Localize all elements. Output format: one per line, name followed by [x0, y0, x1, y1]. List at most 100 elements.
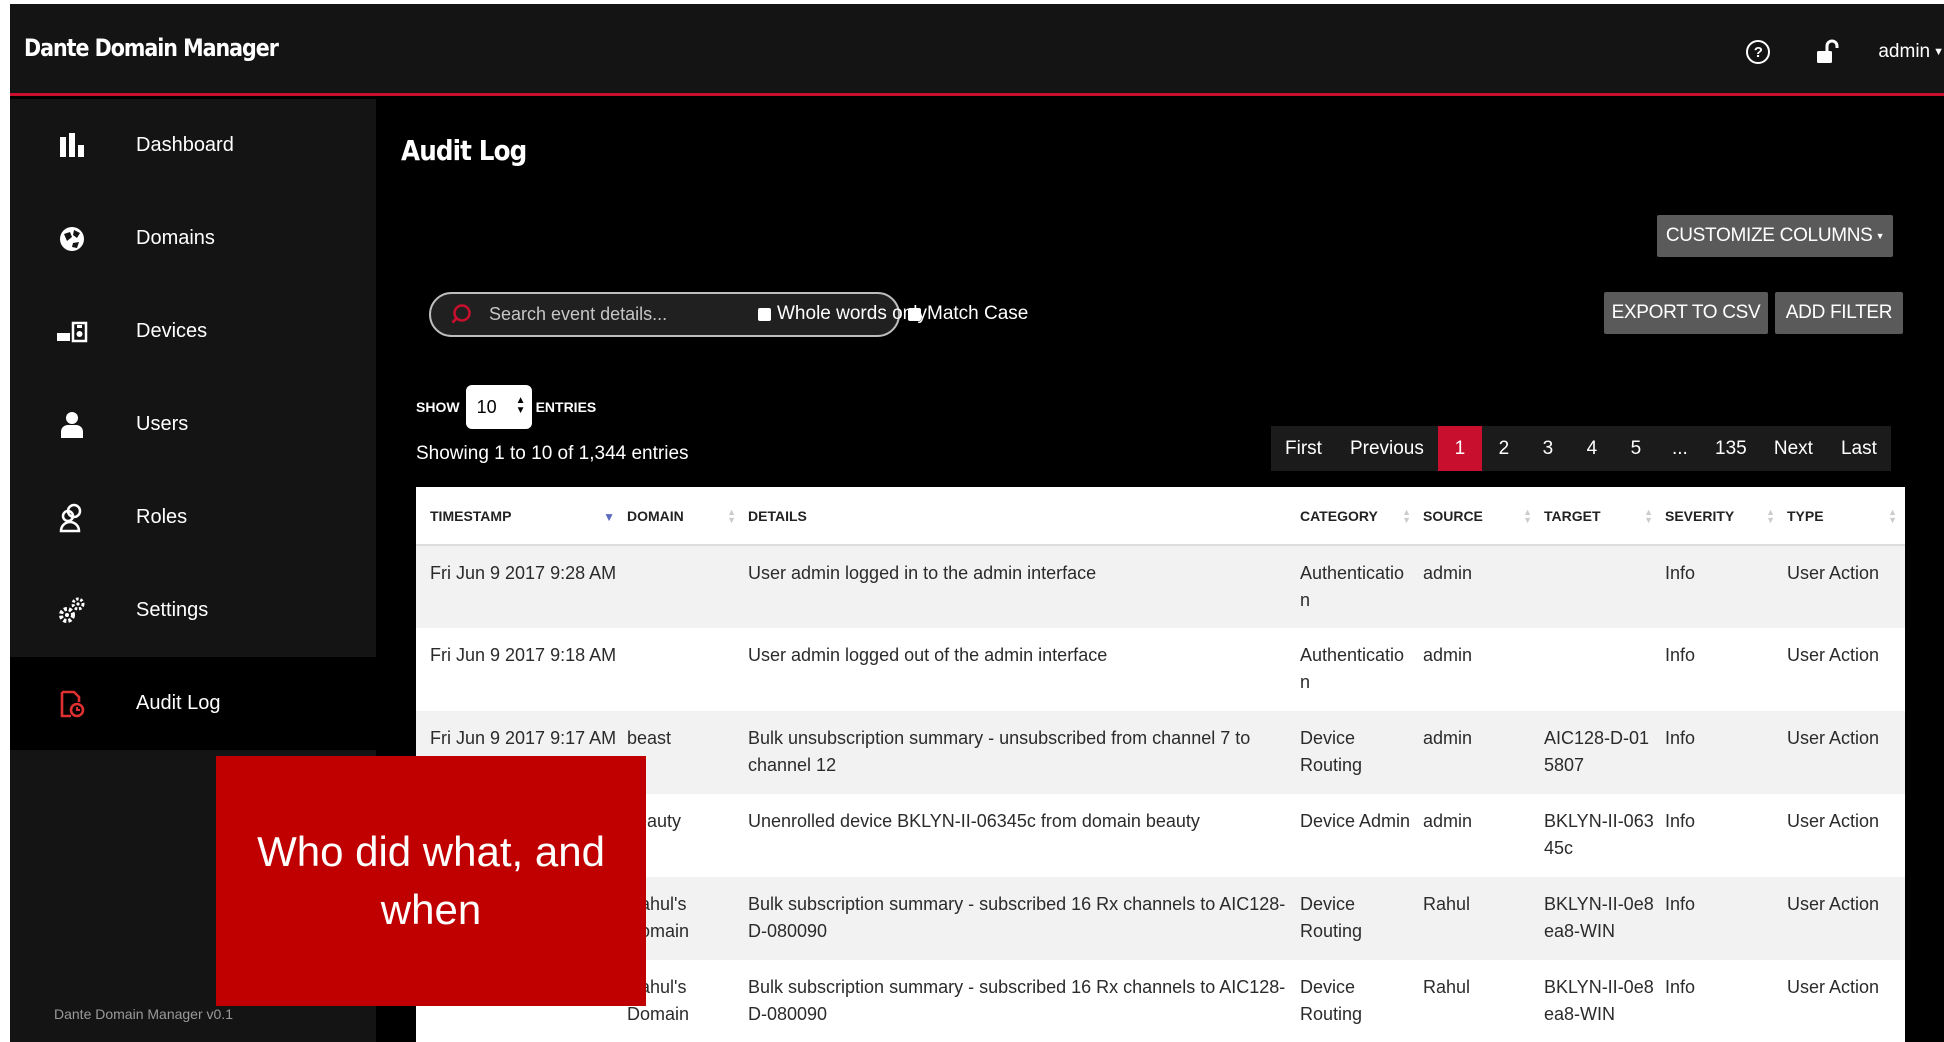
cell-target: BKLYN-II-0e8ea8-WIN	[1540, 960, 1661, 1042]
entries-select[interactable]: 10 ▲ ▼	[465, 385, 532, 429]
column-header-details[interactable]: DETAILS	[744, 487, 1296, 546]
page-button-4[interactable]: 4	[1569, 426, 1614, 471]
sidebar-item-users[interactable]: Users	[10, 378, 376, 471]
pagination: First Previous 1 2 3 4 5 ... 135 Next La…	[1271, 426, 1891, 471]
page-button-135[interactable]: 135	[1701, 426, 1760, 471]
sidebar-item-domains[interactable]: Domains	[10, 192, 376, 285]
cell-target: AIC128-D-015807	[1540, 711, 1661, 794]
entries-length-control: SHOW 10 ▲ ▼ ENTRIES	[416, 385, 596, 429]
page-previous-button[interactable]: Previous	[1335, 426, 1438, 471]
sidebar-item-roles[interactable]: Roles	[10, 471, 376, 564]
column-header-source[interactable]: SOURCE ▲ ▼	[1419, 487, 1540, 546]
sort-icon: ▲ ▼	[1888, 507, 1897, 525]
cell-severity: Info	[1661, 960, 1783, 1042]
globe-icon	[56, 223, 88, 255]
export-csv-button[interactable]: EXPORT TO CSV	[1604, 292, 1768, 334]
table-header-row: TIMESTAMP ▼ DOMAIN ▲ ▼ DETAILS CATEGORY ▲ ▼ S…	[416, 487, 1905, 546]
sort-icon: ▲ ▼	[1402, 507, 1411, 525]
match-case-checkbox[interactable]	[908, 307, 921, 321]
cell-domain	[623, 545, 744, 628]
cell-type: User Action	[1783, 960, 1905, 1042]
page-last-button[interactable]: Last	[1826, 426, 1891, 471]
match-case-option[interactable]: Match Case	[908, 303, 1028, 325]
sidebar-item-label: Audit Log	[136, 692, 221, 714]
cell-type: User Action	[1783, 711, 1905, 794]
show-label: SHOW	[416, 399, 460, 415]
cell-details: Bulk unsubscription summary - unsubscrib…	[744, 711, 1296, 794]
cell-category: Device Routing	[1296, 960, 1419, 1042]
page-button-1[interactable]: 1	[1437, 426, 1482, 471]
search-icon	[451, 303, 471, 323]
sidebar-item-label: Users	[136, 413, 189, 435]
sidebar-item-audit-log[interactable]: Audit Log	[10, 657, 376, 750]
showing-info: Showing 1 to 10 of 1,344 entries	[416, 443, 689, 464]
cell-severity: Info	[1661, 711, 1783, 794]
cell-type: User Action	[1783, 545, 1905, 628]
page-button-3[interactable]: 3	[1525, 426, 1570, 471]
audit-log-icon	[56, 688, 88, 720]
callout-box: Who did what, and when	[216, 756, 646, 1006]
page-next-button[interactable]: Next	[1759, 426, 1827, 471]
sidebar-item-label: Settings	[136, 599, 209, 621]
chevron-down-icon: ▼	[1933, 46, 1944, 58]
column-header-domain[interactable]: DOMAIN ▲ ▼	[623, 487, 744, 546]
page-button-5[interactable]: 5	[1613, 426, 1658, 471]
whole-words-checkbox[interactable]	[758, 307, 771, 321]
cell-details: Bulk subscription summary - subscribed 1…	[744, 877, 1296, 960]
page-title: Audit Log	[401, 134, 527, 167]
sidebar-item-label: Domains	[136, 227, 215, 249]
column-header-severity[interactable]: SEVERITY ▲ ▼	[1661, 487, 1783, 546]
page-button-2[interactable]: 2	[1481, 426, 1526, 471]
cell-type: User Action	[1783, 628, 1905, 711]
cell-timestamp: Fri Jun 9 2017 9:28 AM	[416, 545, 623, 628]
cell-category: Authentication	[1296, 545, 1419, 628]
spinner-arrows-icon: ▲ ▼	[515, 395, 526, 416]
sort-icon: ▲ ▼	[1523, 507, 1532, 525]
cell-details: Bulk subscription summary - subscribed 1…	[744, 960, 1296, 1042]
cell-severity: Info	[1661, 628, 1783, 711]
sidebar-item-label: Roles	[136, 506, 188, 528]
page-first-button[interactable]: First	[1271, 426, 1336, 471]
app-window: Dante Domain Manager ? admin ▼ Dashboard	[10, 4, 1944, 1042]
cell-target	[1540, 628, 1661, 711]
callout-text: Who did what, and when	[257, 828, 605, 933]
cell-domain	[623, 628, 744, 711]
match-case-label: Match Case	[927, 303, 1029, 324]
column-header-timestamp[interactable]: TIMESTAMP ▼	[416, 487, 623, 546]
sort-icon: ▲ ▼	[1644, 507, 1653, 525]
customize-columns-button[interactable]: CUSTOMIZE COLUMNS ▼	[1657, 215, 1893, 257]
sort-icon: ▲ ▼	[727, 507, 736, 525]
table-row[interactable]: Fri Jun 9 2017 9:28 AM User admin logged…	[416, 545, 1905, 628]
page-ellipsis: ...	[1657, 426, 1702, 471]
help-icon[interactable]: ?	[1746, 40, 1771, 64]
cell-details: User admin logged in to the admin interf…	[744, 545, 1296, 628]
cell-target: BKLYN-II-0e8ea8-WIN	[1540, 877, 1661, 960]
sidebar-item-dashboard[interactable]: Dashboard	[10, 99, 376, 192]
sidebar-item-settings[interactable]: Settings	[10, 564, 376, 657]
column-header-target[interactable]: TARGET ▲ ▼	[1540, 487, 1661, 546]
whole-words-option[interactable]: Whole words only	[758, 303, 927, 325]
add-filter-button[interactable]: ADD FILTER	[1775, 292, 1903, 334]
cell-category: Device Admin	[1296, 794, 1419, 877]
cell-severity: Info	[1661, 794, 1783, 877]
cell-target: BKLYN-II-06345c	[1540, 794, 1661, 877]
sidebar-item-label: Devices	[136, 320, 208, 342]
cell-category: Device Routing	[1296, 711, 1419, 794]
user-menu[interactable]: admin ▼	[1878, 41, 1944, 63]
cell-type: User Action	[1783, 794, 1905, 877]
top-bar: Dante Domain Manager ? admin ▼	[10, 4, 1944, 96]
cell-category: Authentication	[1296, 628, 1419, 711]
sidebar-item-devices[interactable]: Devices	[10, 285, 376, 378]
table-row[interactable]: Fri Jun 9 2017 9:18 AM User admin logged…	[416, 628, 1905, 711]
cell-target	[1540, 545, 1661, 628]
column-header-type[interactable]: TYPE ▲ ▼	[1783, 487, 1905, 546]
user-menu-label: admin	[1878, 41, 1931, 62]
cell-source: admin	[1419, 545, 1540, 628]
whole-words-label: Whole words only	[777, 303, 927, 324]
app-title: Dante Domain Manager	[24, 34, 279, 62]
cell-source: admin	[1419, 711, 1540, 794]
cell-source: Rahul	[1419, 960, 1540, 1042]
unlock-icon[interactable]	[1814, 38, 1842, 66]
column-header-category[interactable]: CATEGORY ▲ ▼	[1296, 487, 1419, 546]
entries-label: ENTRIES	[535, 399, 597, 415]
